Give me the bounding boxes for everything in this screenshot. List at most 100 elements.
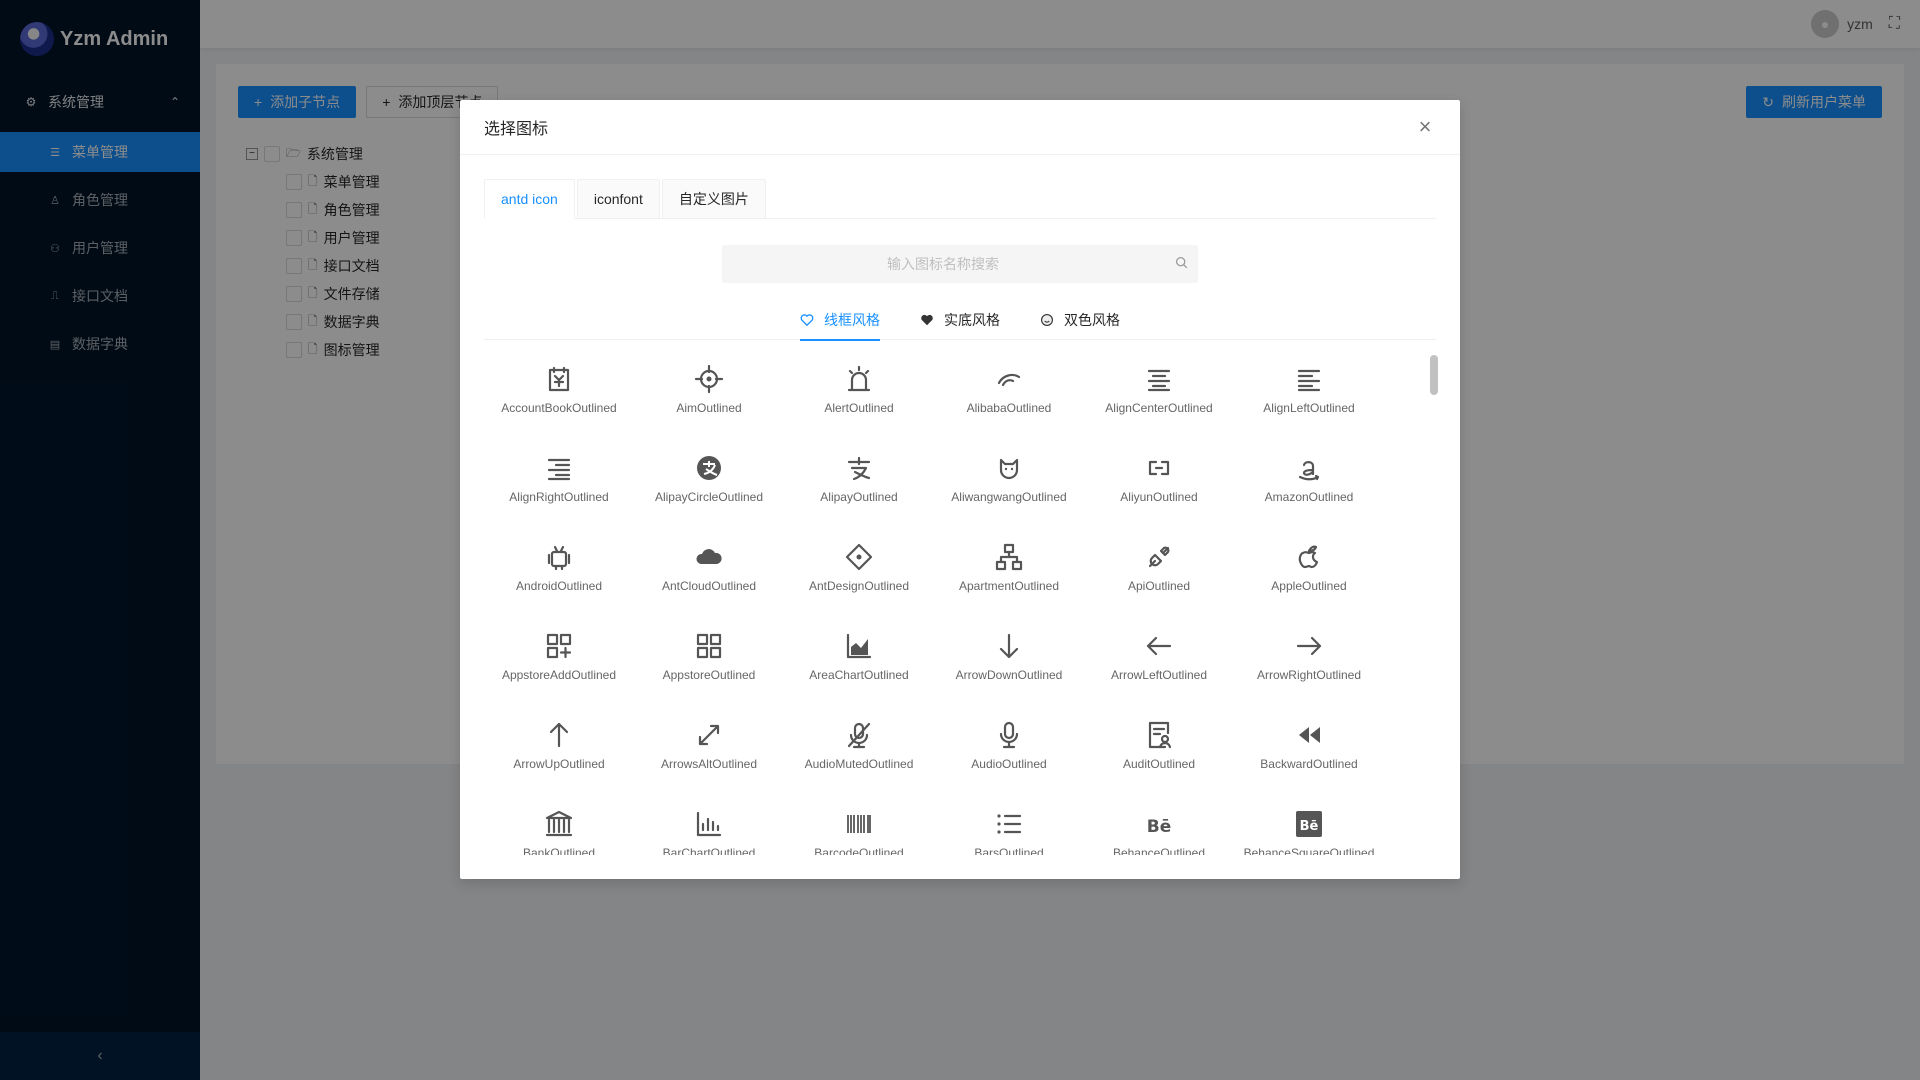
icon-option-label: AppstoreOutlined [662,668,756,682]
scrollbar[interactable] [1430,353,1438,855]
icon-option-label: AlignCenterOutlined [1105,401,1213,415]
icon-option[interactable]: AndroidOutlined [484,531,634,620]
icon-option[interactable]: Bē BehanceSquareOutlined [1234,798,1384,855]
icon-option-label: AlipayCircleOutlined [654,490,764,504]
icon-option[interactable]: ArrowLeftOutlined [1084,620,1234,709]
aliwangwang-icon [999,458,1019,480]
icon-option-label: AlipayOutlined [820,490,898,504]
smile-twotone-icon [1040,313,1054,327]
icon-option[interactable]: ArrowUpOutlined [484,709,634,798]
icon-option[interactable]: AlertOutlined [784,353,934,442]
modal-title: 选择图标 [484,121,549,138]
icon-option-label: ArrowDownOutlined [955,668,1063,682]
icon-option[interactable]: AuditOutlined [1084,709,1234,798]
icon-option[interactable]: Bē BehanceOutlined [1084,798,1234,855]
icon-option-label: AppstoreAddOutlined [501,668,617,682]
icon-option[interactable]: AlignRightOutlined [484,442,634,531]
icon-search [722,245,1198,283]
svg-text:Bē: Bē [1300,819,1319,834]
search-input[interactable] [722,245,1164,283]
icon-option-label: AndroidOutlined [515,579,603,593]
icon-option[interactable]: AmazonOutlined [1234,442,1384,531]
icon-option[interactable]: ArrowRightOutlined [1234,620,1384,709]
icon-option-label: AimOutlined [676,401,742,415]
icon-option-label: AccountBookOutlined [501,401,617,415]
icon-option-label: BarChartOutlined [662,846,756,855]
icon-picker-modal: 选择图标 × antd icon iconfont 自定义图片 线框风格 实底风… [460,100,1460,879]
icon-option[interactable]: AlibabaOutlined [934,353,1084,442]
icon-option[interactable]: ArrowDownOutlined [934,620,1084,709]
icon-option-label: BehanceSquareOutlined [1243,846,1375,855]
icon-option[interactable]: BackwardOutlined [1234,709,1384,798]
icon-option[interactable]: AppstoreAddOutlined [484,620,634,709]
tab-outlined[interactable]: 线框风格 [800,300,880,341]
android-icon [547,545,571,571]
audit-icon [1148,721,1172,749]
icon-option-label: AlignLeftOutlined [1263,401,1355,415]
style-tab-label: 双色风格 [1064,312,1120,328]
scrollbar-thumb[interactable] [1430,355,1438,395]
tab-two-tone[interactable]: 双色风格 [1040,300,1120,340]
icon-option-label: AliyunOutlined [1120,490,1198,504]
icon-option[interactable]: AudioOutlined [934,709,1084,798]
icon-option[interactable]: AliwangwangOutlined [934,442,1084,531]
arrows-alt-icon [698,724,720,746]
tab-iconfont[interactable]: iconfont [576,179,660,219]
alipay-icon [847,456,871,481]
icon-option-label: ArrowsAltOutlined [660,757,758,771]
heart-filled-icon [920,313,934,327]
search-icon[interactable] [1164,256,1198,272]
icon-option-label: BankOutlined [522,846,596,855]
icon-option[interactable]: BarsOutlined [934,798,1084,855]
icon-option[interactable]: AntDesignOutlined [784,531,934,620]
tab-custom-image[interactable]: 自定义图片 [661,179,766,219]
icon-option-label: ArrowRightOutlined [1256,668,1362,682]
tab-antd-icon[interactable]: antd icon [484,179,575,219]
backward-icon [1299,727,1320,743]
icon-option[interactable]: AlignCenterOutlined [1084,353,1234,442]
icon-option[interactable]: AreaChartOutlined [784,620,934,709]
icon-option[interactable]: BarcodeOutlined [784,798,934,855]
icon-option[interactable]: AntCloudOutlined [634,531,784,620]
icon-option[interactable]: AimOutlined [634,353,784,442]
icon-option-label: ApartmentOutlined [958,579,1060,593]
icon-style-tabs: 线框风格 实底风格 双色风格 [484,300,1436,341]
icon-option-label: ArrowUpOutlined [513,757,605,771]
tab-filled[interactable]: 实底风格 [920,300,1000,340]
icon-option[interactable]: AccountBookOutlined [484,353,634,442]
account-book-icon [548,366,570,392]
icon-option[interactable]: BarChartOutlined [634,798,784,855]
aim-icon [694,364,724,394]
modal-header: 选择图标 × [460,100,1460,155]
icon-option-label: AntCloudOutlined [661,579,757,593]
icon-option[interactable]: ApiOutlined [1084,531,1234,620]
behance-icon: Bē [1147,817,1172,837]
icon-option[interactable]: AlipayCircleOutlined [634,442,784,531]
icon-grid-scroll[interactable]: AccountBookOutlined AimOutlined AlertOutli… [484,353,1436,855]
icon-option-label: ArrowLeftOutlined [1110,668,1208,682]
ant-cloud-icon [696,549,722,564]
icon-option[interactable]: ApartmentOutlined [934,531,1084,620]
icon-source-tabs: antd icon iconfont 自定义图片 [484,179,1436,219]
icon-option[interactable]: AlignLeftOutlined [1234,353,1384,442]
icon-grid: AccountBookOutlined AimOutlined AlertOutli… [484,353,1436,855]
apple-icon [1298,545,1319,569]
icon-option-label: AlibabaOutlined [966,401,1052,415]
barcode-icon [847,815,871,833]
icon-option-label: AreaChartOutlined [809,668,909,682]
icon-option[interactable]: AppleOutlined [1234,531,1384,620]
icon-option[interactable]: ArrowsAltOutlined [634,709,784,798]
arrow-left-icon [1146,636,1172,656]
icon-option[interactable]: AppstoreOutlined [634,620,784,709]
icon-option[interactable]: AudioMutedOutlined [784,709,934,798]
behance-square-icon: Bē [1296,811,1322,837]
area-chart-icon [846,633,872,659]
align-right-icon [547,458,571,481]
bar-chart-icon [696,811,722,837]
svg-text:Bē: Bē [1147,817,1172,837]
close-icon[interactable]: × [1414,114,1436,139]
icon-option[interactable]: AliyunOutlined [1084,442,1234,531]
icon-option[interactable]: BankOutlined [484,798,634,855]
icon-option[interactable]: AlipayOutlined [784,442,934,531]
icon-option-label: BarcodeOutlined [814,846,904,855]
